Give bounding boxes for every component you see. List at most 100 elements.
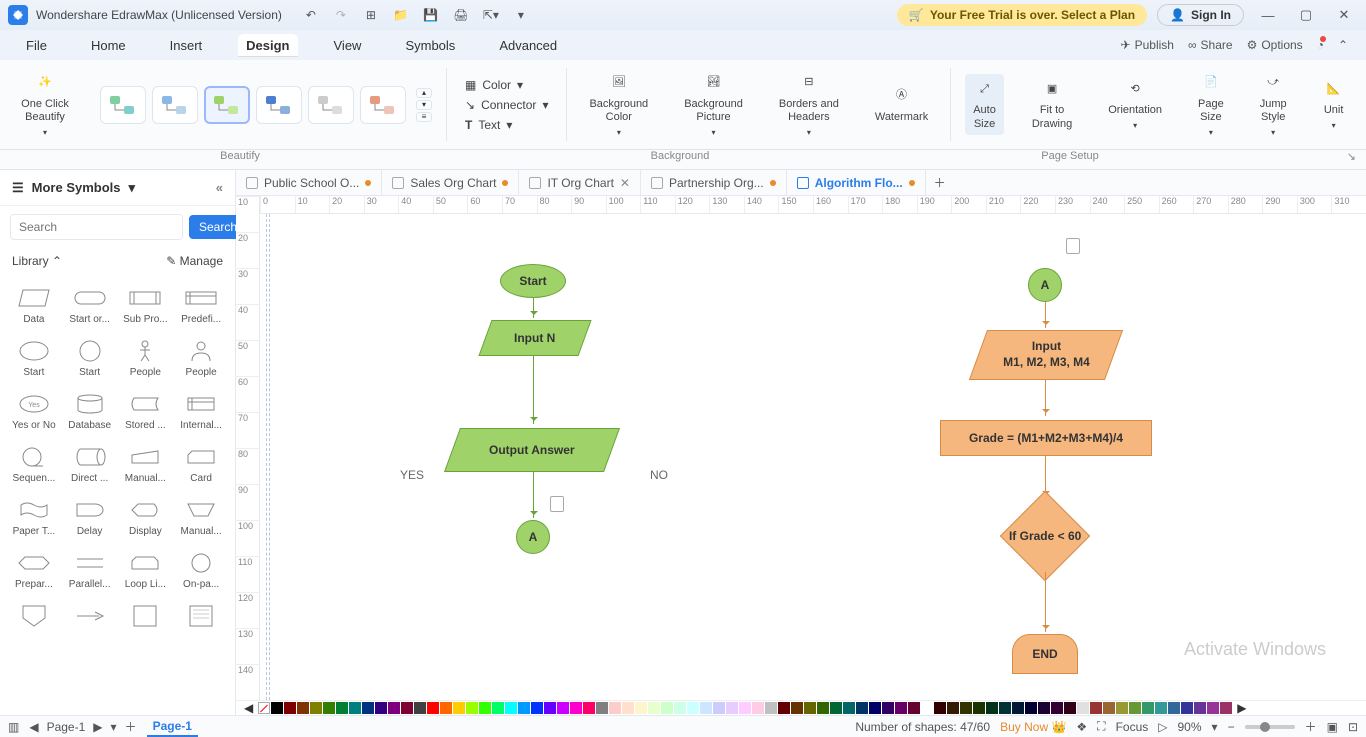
shape-people-stick[interactable]: People	[118, 331, 174, 384]
color-swatch[interactable]	[297, 702, 309, 714]
menu-insert[interactable]: Insert	[162, 34, 211, 57]
color-swatch[interactable]	[479, 702, 491, 714]
options-button[interactable]: ⚙Options	[1247, 38, 1303, 52]
color-swatch[interactable]	[440, 702, 452, 714]
shape-stored-data[interactable]: Stored ...	[118, 384, 174, 437]
shape-sub-process[interactable]: Sub Pro...	[118, 278, 174, 331]
color-swatch[interactable]	[557, 702, 569, 714]
color-swatch[interactable]	[700, 702, 712, 714]
theme-expand[interactable]: ≡	[416, 112, 432, 122]
flowchart-arrow[interactable]	[533, 298, 534, 318]
theme-scroll-up[interactable]: ▴	[416, 88, 432, 98]
orientation-button[interactable]: ⟲Orientation▾	[1100, 74, 1170, 135]
theme-scroll-down[interactable]: ▾	[416, 100, 432, 110]
shape-people-bust[interactable]: People	[173, 331, 229, 384]
shape-start-circle[interactable]: Start	[62, 331, 118, 384]
connector-dropdown[interactable]: ↘Connector▾	[461, 96, 552, 114]
menu-design[interactable]: Design	[238, 34, 297, 57]
color-swatch[interactable]	[661, 702, 673, 714]
color-swatch[interactable]	[349, 702, 361, 714]
shape-paper-tape[interactable]: Paper T...	[6, 490, 62, 543]
add-page-button[interactable]: ＋	[125, 718, 137, 735]
color-swatch[interactable]	[778, 702, 790, 714]
next-page-button[interactable]: ▶	[93, 720, 102, 734]
color-swatch[interactable]	[622, 702, 634, 714]
borders-headers-button[interactable]: ⊟Borders and Headers▾	[771, 68, 847, 142]
color-swatch[interactable]	[544, 702, 556, 714]
shape-parallel[interactable]: Parallel...	[62, 543, 118, 596]
trial-banner[interactable]: 🛒 Your Free Trial is over. Select a Plan	[897, 4, 1147, 26]
color-swatch[interactable]	[739, 702, 751, 714]
flowchart-arrow[interactable]	[1045, 572, 1046, 632]
presentation-button[interactable]: ▷	[1158, 720, 1167, 734]
color-swatch[interactable]	[1038, 702, 1050, 714]
color-swatch[interactable]	[531, 702, 543, 714]
page-tab[interactable]: Page-1	[147, 717, 198, 737]
collapse-ribbon-button[interactable]: ⌃	[1338, 38, 1348, 52]
shape-start-ellipse[interactable]: Start	[6, 331, 62, 384]
flowchart-output-answer[interactable]: Output Answer	[444, 428, 620, 472]
tab-algorithm-flow[interactable]: Algorithm Flo...	[787, 170, 926, 195]
color-swatch[interactable]	[648, 702, 660, 714]
color-swatch[interactable]	[310, 702, 322, 714]
color-swatch[interactable]	[856, 702, 868, 714]
shape-predefined[interactable]: Predefi...	[173, 278, 229, 331]
maximize-button[interactable]: ▢	[1292, 7, 1320, 23]
color-swatch[interactable]	[492, 702, 504, 714]
open-button[interactable]: 📁	[392, 6, 410, 24]
color-swatch[interactable]	[1220, 702, 1232, 714]
flowchart-arrow[interactable]	[533, 472, 534, 518]
color-swatch[interactable]	[1181, 702, 1193, 714]
color-swatch[interactable]	[1090, 702, 1102, 714]
color-swatch[interactable]	[804, 702, 816, 714]
library-toggle[interactable]: Library ⌃	[12, 254, 62, 268]
no-color-swatch[interactable]	[258, 702, 270, 714]
pages-panel-button[interactable]: ▥	[8, 720, 19, 734]
color-swatch[interactable]	[934, 702, 946, 714]
color-swatch[interactable]	[1142, 702, 1154, 714]
fullscreen-button[interactable]: ⛶	[1097, 719, 1105, 734]
shape-direct-data[interactable]: Direct ...	[62, 437, 118, 490]
color-swatch[interactable]	[323, 702, 335, 714]
shape-arrow-right[interactable]	[62, 596, 118, 638]
tab-sales-org[interactable]: Sales Org Chart	[382, 170, 519, 195]
shape-offpage[interactable]	[6, 596, 62, 638]
save-button[interactable]: 💾	[422, 6, 440, 24]
shape-annotation[interactable]	[118, 596, 174, 638]
layers-button[interactable]: ❖	[1076, 720, 1087, 734]
text-dropdown[interactable]: TText▾	[461, 116, 516, 134]
watermark-button[interactable]: ⒶWatermark	[867, 81, 936, 128]
shape-internal-storage[interactable]: Internal...	[173, 384, 229, 437]
new-button[interactable]: ⊞	[362, 6, 380, 24]
drawing-canvas[interactable]: Start Input N Output Answer YES NO A A I…	[260, 214, 1366, 700]
color-swatch[interactable]	[1051, 702, 1063, 714]
fit-width-button[interactable]: ⊡	[1348, 720, 1358, 734]
undo-button[interactable]: ↶	[302, 6, 320, 24]
fit-page-button[interactable]: ▣	[1327, 720, 1338, 734]
theme-4[interactable]	[256, 86, 302, 124]
flowchart-decision[interactable]: If Grade < 60	[1000, 491, 1091, 582]
theme-2[interactable]	[152, 86, 198, 124]
shape-manual-op[interactable]: Manual...	[173, 490, 229, 543]
flowchart-arrow[interactable]	[1045, 380, 1046, 416]
add-tab-button[interactable]: ＋	[926, 170, 954, 195]
flowchart-connector-a[interactable]: A	[516, 520, 550, 554]
tab-it-org[interactable]: IT Org Chart✕	[519, 170, 641, 195]
color-swatch[interactable]	[1155, 702, 1167, 714]
theme-3[interactable]	[204, 86, 250, 124]
share-button[interactable]: ∞Share	[1188, 38, 1233, 52]
smart-tag-icon[interactable]	[550, 496, 564, 512]
shape-card[interactable]: Card	[173, 437, 229, 490]
color-swatch[interactable]	[674, 702, 686, 714]
fit-drawing-button[interactable]: ▣Fit to Drawing	[1024, 74, 1080, 134]
shape-start-or[interactable]: Start or...	[62, 278, 118, 331]
color-swatch[interactable]	[973, 702, 985, 714]
color-swatch[interactable]	[609, 702, 621, 714]
color-swatch[interactable]	[830, 702, 842, 714]
color-swatch[interactable]	[999, 702, 1011, 714]
color-swatch[interactable]	[1129, 702, 1141, 714]
color-swatch[interactable]	[583, 702, 595, 714]
zoom-level[interactable]: 90%	[1178, 720, 1202, 734]
unit-button[interactable]: 📐Unit▾	[1315, 74, 1353, 135]
color-swatch[interactable]	[388, 702, 400, 714]
